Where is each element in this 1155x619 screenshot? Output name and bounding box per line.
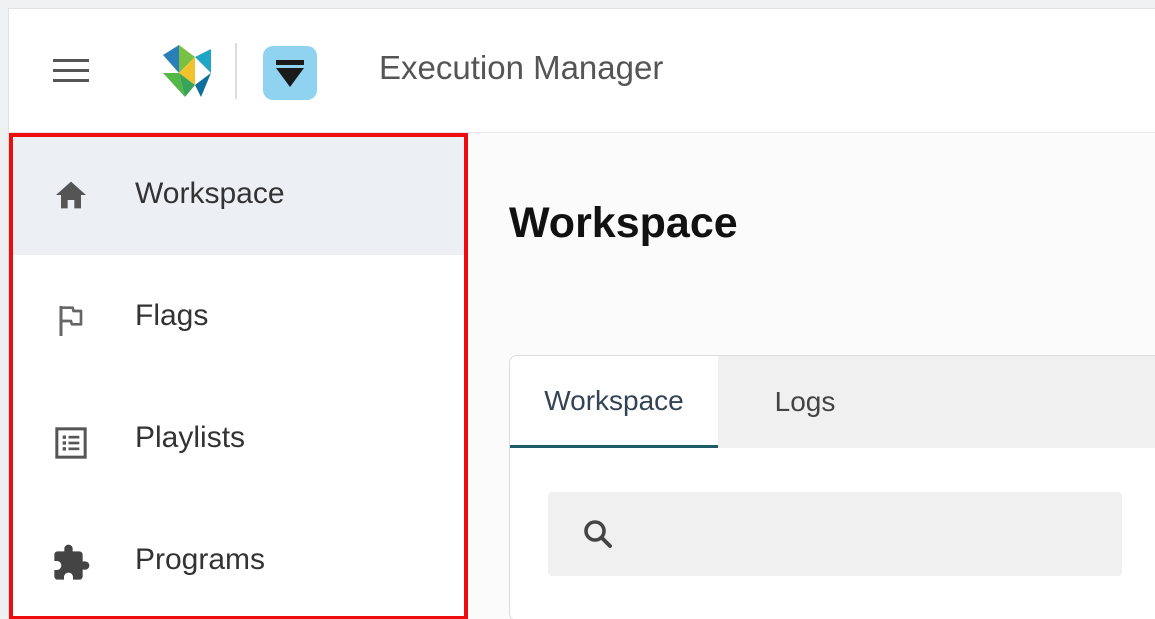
hexagon-logo-icon [163, 45, 211, 97]
workspace-card: Workspace Logs [509, 355, 1155, 619]
sidebar-item-programs[interactable]: Programs [11, 501, 465, 619]
puzzle-icon [54, 544, 90, 580]
sidebar-item-label: Playlists [135, 421, 246, 454]
funnel-app-icon [263, 46, 317, 100]
hamburger-menu-button[interactable] [53, 59, 89, 83]
sidebar-item-label: Programs [135, 543, 266, 576]
logo-divider [235, 43, 237, 99]
home-icon [56, 181, 86, 209]
sidebar-item-workspace[interactable]: Workspace [11, 135, 465, 255]
list-icon [55, 427, 87, 459]
hamburger-line [53, 69, 89, 72]
main-content: Workspace Workspace Logs [469, 133, 1155, 619]
page-title: Workspace [509, 199, 738, 247]
sidebar-item-label: Workspace [135, 177, 285, 210]
sidebar-item-playlists[interactable]: Playlists [11, 379, 465, 499]
tab-logs[interactable]: Logs [718, 356, 892, 448]
search-input[interactable] [632, 492, 1112, 576]
tab-bar: Workspace Logs [510, 356, 1155, 448]
app-window: Execution Manager Workspace Flags Playli… [8, 8, 1155, 619]
app-title: Execution Manager [379, 49, 664, 86]
sidebar-item-label: Flags [135, 299, 209, 332]
flag-icon [59, 306, 83, 336]
tab-workspace[interactable]: Workspace [510, 356, 718, 448]
tab-label: Logs [774, 386, 836, 417]
tab-label: Workspace [544, 384, 684, 416]
search-icon [584, 520, 612, 548]
sidebar: Workspace Flags Playlists Programs [9, 133, 465, 619]
top-bar: Execution Manager [9, 9, 1155, 133]
search-box[interactable] [548, 492, 1122, 576]
hamburger-line [53, 79, 89, 82]
sidebar-item-flags[interactable]: Flags [11, 257, 465, 377]
hamburger-line [53, 59, 89, 62]
